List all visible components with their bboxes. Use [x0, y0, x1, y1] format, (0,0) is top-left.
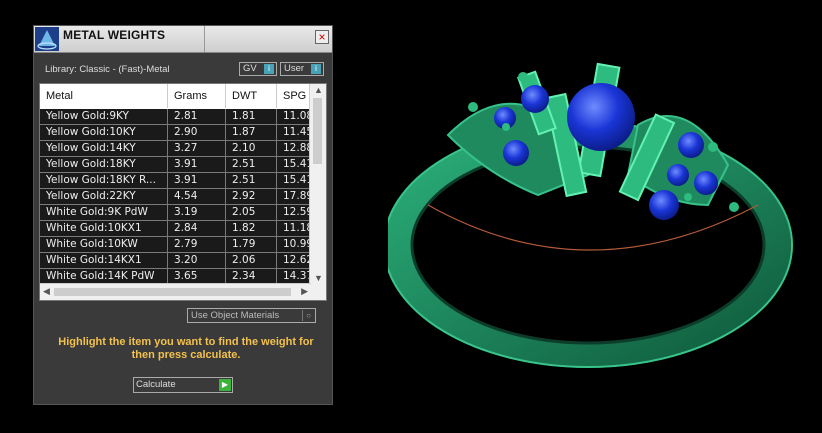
- table-row[interactable]: Yellow Gold:14KY 3.27 2.10 12.88: [40, 141, 317, 157]
- metal-cell: White Gold:9K PdW: [40, 205, 168, 220]
- grams-cell: 3.65: [168, 269, 226, 284]
- grams-cell: 3.19: [168, 205, 226, 220]
- metal-cell: Yellow Gold:18KY R...: [40, 173, 168, 188]
- dwt-cell: 1.87: [226, 125, 277, 140]
- dwt-cell: 2.05: [226, 205, 277, 220]
- metal-weights-panel: METAL WEIGHTS × Library: Classic - (Fast…: [33, 25, 333, 405]
- metal-cell: Yellow Gold:10KY: [40, 125, 168, 140]
- table-row[interactable]: Yellow Gold:9KY 2.81 1.81 11.08: [40, 109, 317, 125]
- use-object-materials-button[interactable]: Use Object Materials ○: [187, 308, 316, 323]
- vertical-scrollbar[interactable]: ▲ ▼: [309, 84, 326, 284]
- scroll-corner: [310, 284, 326, 300]
- metal-cell: White Gold:14KX1: [40, 253, 168, 268]
- dwt-cell: 2.34: [226, 269, 277, 284]
- gv-toggle-label: GV: [243, 63, 257, 74]
- scroll-up-icon[interactable]: ▲: [314, 85, 323, 95]
- use-object-materials-label: Use Object Materials: [191, 310, 280, 321]
- user-toggle-label: User: [284, 63, 305, 74]
- horizontal-scroll-thumb[interactable]: [54, 288, 291, 296]
- radio-circle-icon: ○: [302, 310, 314, 321]
- window-title: METAL WEIGHTS: [63, 28, 166, 42]
- info-icon: i: [311, 64, 321, 74]
- grams-cell: 2.90: [168, 125, 226, 140]
- title-bar[interactable]: METAL WEIGHTS ×: [34, 26, 332, 53]
- app-logo-icon: [35, 27, 59, 51]
- dwt-cell: 1.81: [226, 109, 277, 124]
- library-label: Library: Classic - (Fast)-Metal: [45, 64, 170, 75]
- table-row[interactable]: Yellow Gold:18KY 3.91 2.51 15.41: [40, 157, 317, 173]
- grams-cell: 3.27: [168, 141, 226, 156]
- metal-cell: Yellow Gold:14KY: [40, 141, 168, 156]
- user-toggle[interactable]: User i: [280, 62, 324, 76]
- grams-cell: 4.54: [168, 189, 226, 204]
- dwt-cell: 2.51: [226, 173, 277, 188]
- table-row[interactable]: Yellow Gold:22KY 4.54 2.92 17.89: [40, 189, 317, 205]
- table-row[interactable]: White Gold:10KW 2.79 1.79 10.99: [40, 237, 317, 253]
- dwt-cell: 1.79: [226, 237, 277, 252]
- metal-table: Metal Grams DWT SPG Yellow Gold:9KY 2.81 1…: [39, 83, 327, 301]
- table-row[interactable]: Yellow Gold:10KY 2.90 1.87 11.45: [40, 125, 317, 141]
- close-button[interactable]: ×: [315, 30, 329, 44]
- instruction-text: Highlight the item you want to find the …: [58, 336, 314, 361]
- metal-cell: Yellow Gold:9KY: [40, 109, 168, 124]
- vertical-scroll-thumb[interactable]: [313, 98, 322, 164]
- table-row[interactable]: White Gold:14KX1 3.20 2.06 12.62: [40, 253, 317, 269]
- calculate-button[interactable]: Calculate ▶: [133, 377, 233, 393]
- grams-cell: 2.81: [168, 109, 226, 124]
- metal-cell: White Gold:14K PdW: [40, 269, 168, 284]
- column-header-grams[interactable]: Grams: [168, 84, 226, 108]
- scroll-right-icon[interactable]: ▶: [301, 286, 308, 297]
- horizontal-scrollbar[interactable]: ◀ ▶: [40, 283, 311, 300]
- ring-3d-viewport[interactable]: [388, 55, 793, 370]
- grams-cell: 2.84: [168, 221, 226, 236]
- play-arrow-icon: ▶: [219, 379, 231, 391]
- metal-cell: Yellow Gold:22KY: [40, 189, 168, 204]
- grams-cell: 2.79: [168, 237, 226, 252]
- info-icon: i: [264, 64, 274, 74]
- dwt-cell: 2.51: [226, 157, 277, 172]
- table-row[interactable]: White Gold:9K PdW 3.19 2.05 12.59: [40, 205, 317, 221]
- calculate-label: Calculate: [136, 379, 176, 390]
- metal-cell: Yellow Gold:18KY: [40, 157, 168, 172]
- metal-cell: White Gold:10KW: [40, 237, 168, 252]
- column-header-dwt[interactable]: DWT: [226, 84, 277, 108]
- grams-cell: 3.20: [168, 253, 226, 268]
- dwt-cell: 1.82: [226, 221, 277, 236]
- title-divider: [204, 26, 205, 52]
- table-row[interactable]: White Gold:10KX1 2.84 1.82 11.18: [40, 221, 317, 237]
- dwt-cell: 2.10: [226, 141, 277, 156]
- grams-cell: 3.91: [168, 157, 226, 172]
- table-body: Yellow Gold:9KY 2.81 1.81 11.08 Yellow Gold:…: [40, 109, 317, 285]
- scroll-left-icon[interactable]: ◀: [43, 286, 50, 297]
- column-header-metal[interactable]: Metal: [40, 84, 168, 108]
- table-header: Metal Grams DWT SPG: [40, 84, 317, 108]
- grams-cell: 3.91: [168, 173, 226, 188]
- metal-cell: White Gold:10KX1: [40, 221, 168, 236]
- dwt-cell: 2.92: [226, 189, 277, 204]
- scroll-down-icon[interactable]: ▼: [314, 273, 323, 283]
- dwt-cell: 2.06: [226, 253, 277, 268]
- table-row[interactable]: Yellow Gold:18KY R... 3.91 2.51 15.41: [40, 173, 317, 189]
- gv-toggle[interactable]: GV i: [239, 62, 277, 76]
